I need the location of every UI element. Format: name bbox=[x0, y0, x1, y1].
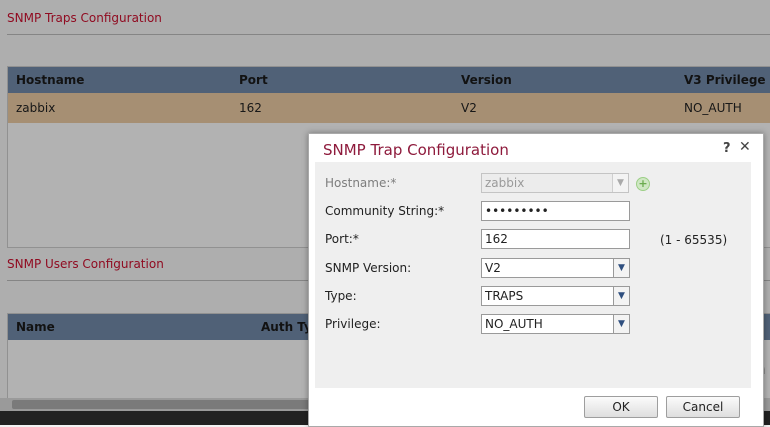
hostname-select: zabbix ▼ bbox=[481, 173, 629, 193]
snmp-trap-dialog: SNMP Trap Configuration ? ✕ Hostname:* z… bbox=[308, 133, 764, 427]
community-string-label: Community String:* bbox=[325, 204, 445, 218]
port-range-hint: (1 - 65535) bbox=[660, 233, 728, 247]
hostname-value: zabbix bbox=[485, 176, 525, 190]
privilege-label: Privilege: bbox=[325, 317, 381, 331]
chevron-down-icon: ▼ bbox=[612, 174, 628, 192]
dialog-title: SNMP Trap Configuration bbox=[323, 141, 509, 159]
type-label: Type: bbox=[325, 289, 357, 303]
close-icon[interactable]: ✕ bbox=[739, 139, 751, 155]
snmp-version-select[interactable]: V2 ▼ bbox=[481, 258, 630, 278]
snmp-version-value: V2 bbox=[485, 261, 501, 275]
cancel-button[interactable]: Cancel bbox=[666, 396, 740, 418]
form-area: Hostname:* zabbix ▼ + Community String:*… bbox=[315, 162, 751, 388]
hostname-label: Hostname:* bbox=[325, 176, 397, 190]
privilege-value: NO_AUTH bbox=[485, 317, 543, 331]
port-label: Port:* bbox=[325, 232, 359, 246]
chevron-down-icon[interactable]: ▼ bbox=[613, 259, 629, 277]
community-string-input[interactable]: ••••••••• bbox=[481, 201, 630, 221]
ok-button[interactable]: OK bbox=[584, 396, 658, 418]
type-select[interactable]: TRAPS ▼ bbox=[481, 286, 630, 306]
plus-circle-icon[interactable]: + bbox=[636, 177, 650, 191]
chevron-down-icon[interactable]: ▼ bbox=[613, 315, 629, 333]
chevron-down-icon[interactable]: ▼ bbox=[613, 287, 629, 305]
port-input[interactable]: 162 bbox=[481, 229, 630, 249]
type-value: TRAPS bbox=[485, 289, 524, 303]
help-icon[interactable]: ? bbox=[723, 141, 731, 156]
privilege-select[interactable]: NO_AUTH ▼ bbox=[481, 314, 630, 334]
snmp-version-label: SNMP Version: bbox=[325, 261, 412, 275]
